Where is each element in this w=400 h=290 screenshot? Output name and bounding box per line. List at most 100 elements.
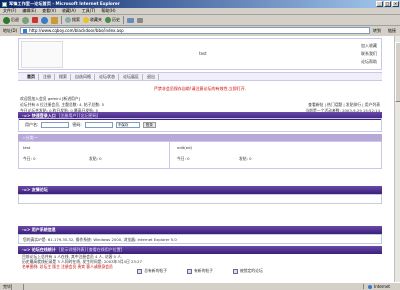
print-icon — [137, 17, 143, 23]
star-icon — [83, 17, 89, 23]
maximize-button[interactable]: □ — [384, 1, 391, 7]
status-cell — [23, 283, 35, 290]
minimize-button[interactable]: _ — [376, 1, 383, 7]
friend-links-bar: -=> 友情论坛 — [18, 186, 382, 194]
online-stats-title: -=> 论坛在线统计 — [22, 247, 56, 252]
forum-list: test 今日: 0 发贴: 0 edit(ed) 今日: 0 发帖: 0 — [18, 141, 382, 169]
nav-logout[interactable]: 退出 — [144, 73, 159, 80]
search-label: 搜索 — [72, 17, 80, 22]
add-favorite-link[interactable]: 加入收藏 — [361, 43, 377, 49]
friend-links-title: -=> 友情论坛 — [22, 187, 48, 192]
legend-item: 总有新的帖子 — [137, 268, 167, 274]
forum-name-left[interactable]: test — [23, 145, 30, 150]
address-label: 地址(D) — [3, 27, 18, 33]
client-info: 您的真实IP是: 61.179.35.32, 操作系统: Windows 200… — [23, 237, 177, 242]
toolbar-separator — [123, 16, 124, 24]
nav-style[interactable]: 自选风格 — [72, 73, 95, 80]
menu-file[interactable]: 文件(F) — [3, 8, 16, 14]
history-icon — [105, 17, 111, 23]
url-input[interactable]: http://www.cqboy.com/blackdoor/bbs/index… — [20, 27, 370, 34]
home-button[interactable] — [51, 16, 58, 24]
password-label: 密码: — [72, 122, 82, 127]
contact-link[interactable]: 联系我们 — [361, 51, 377, 57]
forum-posts-right: 发帖: 0 — [239, 156, 252, 161]
menu-edit[interactable]: 编辑(E) — [22, 8, 36, 14]
search-button[interactable]: 搜索 — [65, 17, 80, 23]
menu-tools[interactable]: 工具(T) — [82, 8, 96, 14]
vertical-scrollbar[interactable] — [394, 36, 400, 282]
address-bar: 地址(D) http://www.cqboy.com/blackdoor/bbs… — [0, 26, 400, 35]
forum-name-right[interactable]: edit(ed) — [177, 145, 192, 150]
forum-divider — [169, 142, 170, 169]
menu-bar: 文件(F) 编辑(E) 查看(V) 收藏(A) 工具(T) 帮助(H) — [0, 8, 400, 15]
nav-register[interactable]: 注册 — [40, 73, 55, 80]
friend-links-panel — [18, 194, 382, 204]
forum-notice: 严禁非会员保存自助!请注意论坛的有效性,立即打开. — [153, 86, 247, 91]
forward-button[interactable] — [22, 16, 29, 24]
some-new-posts-icon — [187, 268, 192, 274]
security-zone: Internet — [363, 284, 400, 289]
close-button[interactable]: × — [392, 1, 399, 7]
legend-label: 有新的帖子 — [194, 268, 213, 273]
zone-label: Internet — [374, 284, 390, 289]
window-titlebar: 军锋工作室—论坛首页 - Microsoft Internet Explorer… — [0, 0, 400, 8]
user-system-bar: -=> 用户系统信息 — [18, 226, 382, 234]
forum-posts-left: 发贴: 0 — [89, 156, 102, 161]
legend-label: 被锁定的论坛 — [239, 268, 263, 273]
stop-icon — [32, 17, 38, 23]
history-button[interactable]: 历史 — [105, 17, 120, 23]
go-button[interactable]: 转到 — [373, 28, 381, 34]
page-viewport: test 加入收藏 联系我们 论坛帮助 首页 注册 搜索 自选风格 论坛状态 论… — [0, 36, 400, 282]
login-button[interactable]: 登录 — [142, 122, 156, 128]
help-link[interactable]: 论坛帮助 — [361, 59, 377, 65]
back-label: 后退 — [11, 17, 19, 22]
home-icon — [51, 16, 58, 24]
new-posts-icon — [137, 268, 143, 274]
refresh-icon — [41, 16, 48, 24]
legend-item: 被锁定的论坛 — [232, 268, 263, 274]
save-login-select[interactable]: 不保存 — [115, 122, 140, 128]
username-input[interactable] — [41, 122, 70, 128]
stop-button[interactable] — [32, 17, 38, 23]
scrollbar-thumb[interactable] — [395, 42, 400, 102]
menu-favorites[interactable]: 收藏(A) — [62, 8, 76, 14]
nav-status[interactable]: 论坛状态 — [96, 73, 119, 80]
nav-gallery[interactable]: 论坛展区 — [120, 73, 143, 80]
site-logo[interactable] — [21, 41, 63, 68]
menu-view[interactable]: 查看(V) — [42, 8, 56, 14]
user-system-title: -=> 用户系统信息 — [22, 227, 56, 232]
site-header: test 加入收藏 联系我们 论坛帮助 — [18, 38, 382, 70]
status-text: 完毕 — [3, 283, 11, 289]
url-text: http://www.cqboy.com/blackdoor/bbs/index… — [29, 27, 124, 33]
forum-icon-legend: 总有新的帖子 有新的帖子 被锁定的论坛 — [18, 268, 382, 274]
online-stats-bar: -=> 论坛在线统计 [显示详细列表] [查看在线用户位置] — [18, 246, 382, 254]
mail-button[interactable] — [127, 17, 134, 23]
nav-search[interactable]: 搜索 — [56, 73, 71, 80]
globe-icon — [368, 284, 373, 289]
back-button[interactable]: 后退 — [3, 16, 19, 24]
browser-toolbar: 后退 搜索 收藏夹 历史 — [0, 15, 400, 26]
toolbar-separator — [61, 16, 62, 24]
nav-home[interactable]: 首页 — [24, 73, 39, 80]
forum-category-bar[interactable]: ☆分类一 — [18, 134, 382, 141]
forum-today-left: 今日: 0 — [23, 156, 36, 161]
status-bar: 完毕 Internet — [0, 282, 400, 290]
ie-icon — [2, 1, 7, 7]
links-button[interactable]: 链接 — [388, 28, 396, 34]
password-input[interactable] — [84, 122, 113, 128]
legend-item: 有新的帖子 — [187, 268, 213, 274]
refresh-button[interactable] — [41, 16, 48, 24]
print-button[interactable] — [137, 17, 143, 23]
header-links: 加入收藏 联系我们 论坛帮助 — [361, 43, 377, 65]
menu-help[interactable]: 帮助(H) — [101, 8, 115, 14]
back-arrow-icon — [3, 16, 10, 24]
online-detail-links[interactable]: [显示详细列表] [查看在线用户位置] — [59, 247, 123, 253]
window-title: 军锋工作室—论坛首页 - Microsoft Internet Explorer — [9, 1, 120, 6]
forward-arrow-icon — [22, 16, 29, 24]
history-label: 历史 — [112, 17, 120, 22]
quick-login-form: 用户名: 密码: 不保存 登录 — [18, 118, 382, 132]
mail-icon — [127, 17, 134, 23]
favorites-button[interactable]: 收藏夹 — [83, 17, 102, 23]
online-stats-panel: 目前论坛上总共有 4 人在线, 其中注册会员 4 人, 访客 0 人. 历史最高… — [18, 254, 382, 269]
username-label: 用户名: — [25, 122, 39, 127]
